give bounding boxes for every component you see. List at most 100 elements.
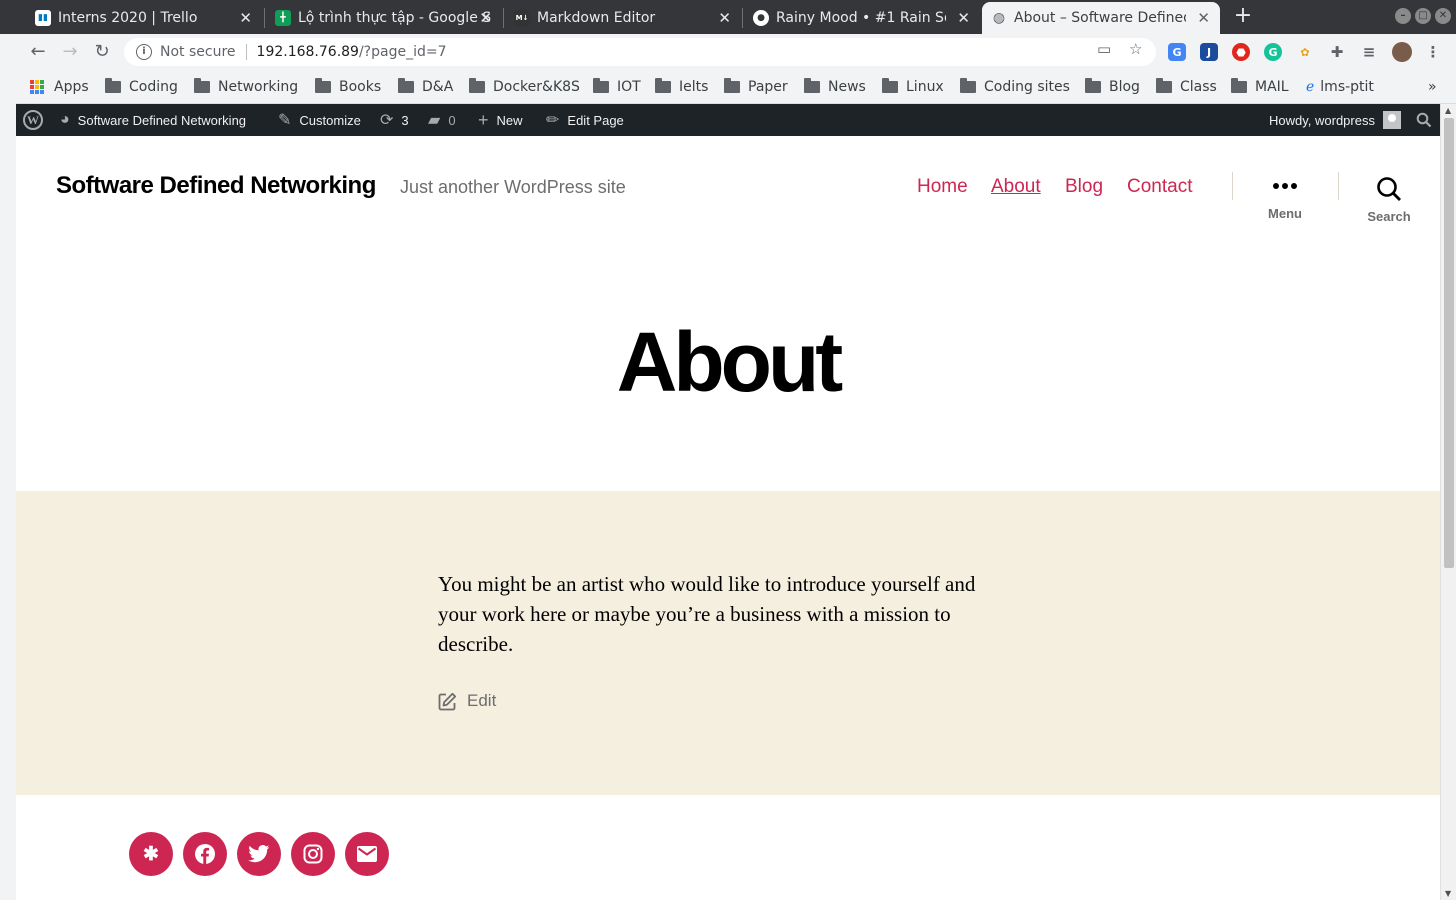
- close-tab-icon[interactable]: ✕: [718, 9, 731, 27]
- nav-contact[interactable]: Contact: [1127, 176, 1192, 198]
- admin-new[interactable]: + New: [478, 104, 523, 136]
- scroll-down-arrow-icon[interactable]: ▼: [1445, 889, 1451, 898]
- bookmark-folder[interactable]: Docker&K8S: [469, 77, 580, 97]
- address-divider: [245, 44, 247, 60]
- info-icon[interactable]: i: [136, 44, 152, 60]
- more-menu-icon[interactable]: ⋮: [1424, 43, 1442, 61]
- entry-paragraph: You might be an artist who would like to…: [438, 572, 976, 656]
- folder-icon: [1231, 78, 1247, 93]
- page-content: Software Defined Networking Just another…: [16, 136, 1440, 900]
- instagram-icon[interactable]: [291, 832, 335, 876]
- wordpress-logo-icon[interactable]: W: [23, 104, 43, 136]
- twitter-icon[interactable]: [237, 832, 281, 876]
- profile-avatar-icon[interactable]: [1392, 42, 1412, 62]
- scroll-up-arrow-icon[interactable]: ▲: [1445, 106, 1451, 115]
- close-tab-icon[interactable]: ✕: [479, 9, 492, 27]
- maximize-window-icon[interactable]: □: [1415, 8, 1431, 24]
- browser-toolbar: ← → ↻ i Not secure 192.168.76.89/?page_i…: [0, 34, 1456, 70]
- bookmark-lms-ptit[interactable]: ℯ lms-ptit: [1306, 77, 1374, 97]
- edge-logo-icon: ℯ: [1306, 79, 1315, 95]
- admin-comments[interactable]: ▰ 0: [428, 104, 456, 136]
- bookmark-folder[interactable]: Coding sites: [960, 77, 1070, 97]
- search-icon: [1416, 112, 1432, 128]
- page-scrollbar[interactable]: ▲ ▼: [1440, 104, 1456, 900]
- tab-rainy-mood[interactable]: ● Rainy Mood • #1 Rain Sounds ✕: [744, 2, 980, 34]
- folder-icon: [1085, 78, 1101, 93]
- adblock-icon[interactable]: ⬣: [1232, 43, 1250, 61]
- new-tab-button[interactable]: +: [1232, 4, 1254, 28]
- close-tab-icon[interactable]: ✕: [1197, 9, 1210, 27]
- tab-separator: [742, 8, 743, 28]
- folder-icon: [398, 78, 414, 93]
- admin-search-icon[interactable]: [1416, 104, 1432, 136]
- bookmark-folder[interactable]: D&A: [398, 77, 453, 97]
- install-app-icon[interactable]: ▭: [1097, 40, 1111, 58]
- bookmark-star-icon[interactable]: ☆: [1129, 40, 1142, 58]
- bookmark-folder[interactable]: MAIL: [1231, 77, 1289, 97]
- extensions-puzzle-icon[interactable]: ✚: [1328, 43, 1346, 61]
- address-bar[interactable]: i Not secure 192.168.76.89/?page_id=7: [124, 38, 1156, 66]
- markdown-icon: M↓: [514, 10, 530, 26]
- facebook-icon[interactable]: [183, 832, 227, 876]
- scrollbar-thumb[interactable]: [1444, 118, 1454, 568]
- admin-site-name[interactable]: ◕ Software Defined Networking: [60, 104, 246, 136]
- bookmark-folder[interactable]: News: [804, 77, 866, 97]
- bookmark-folder[interactable]: Linux: [882, 77, 944, 97]
- header-separator: [1232, 172, 1233, 200]
- search-toggle-button[interactable]: Search: [1349, 176, 1429, 224]
- minimize-window-icon[interactable]: –: [1395, 8, 1411, 24]
- content-section: You might be an artist who would like to…: [16, 491, 1440, 795]
- tab-separator: [503, 8, 504, 28]
- jira-extension-icon[interactable]: J: [1200, 43, 1218, 61]
- edit-post-link[interactable]: Edit: [438, 691, 496, 711]
- bookmark-folder[interactable]: Class: [1156, 77, 1217, 97]
- close-window-icon[interactable]: ✕: [1435, 8, 1451, 24]
- bookmark-folder[interactable]: Ielts: [655, 77, 708, 97]
- close-tab-icon[interactable]: ✕: [239, 9, 252, 27]
- pencil-icon: ✏: [546, 112, 560, 129]
- close-tab-icon[interactable]: ✕: [957, 9, 970, 27]
- tab-google-sheets[interactable]: ╋ Lộ trình thực tập - Google Sheets ✕: [266, 2, 502, 34]
- nav-about[interactable]: About: [991, 176, 1041, 198]
- forward-arrow-icon[interactable]: →: [58, 40, 82, 64]
- nav-home[interactable]: Home: [917, 176, 968, 198]
- media-queue-icon[interactable]: ≡: [1360, 43, 1378, 61]
- bookmark-folder[interactable]: Paper: [724, 77, 788, 97]
- bookmark-folder[interactable]: Books: [315, 77, 381, 97]
- yelp-icon[interactable]: ✱: [129, 832, 173, 876]
- tab-markdown-editor[interactable]: M↓ Markdown Editor ✕: [505, 2, 741, 34]
- nav-blog[interactable]: Blog: [1065, 176, 1103, 198]
- page-title: About: [616, 315, 844, 409]
- tab-about-active[interactable]: ◍ About – Software Defined Networking ✕: [982, 2, 1220, 34]
- bookmark-folder[interactable]: Networking: [194, 77, 298, 97]
- header-separator: [1338, 172, 1339, 200]
- menu-toggle-button[interactable]: Menu: [1245, 176, 1325, 221]
- folder-icon: [655, 78, 671, 93]
- email-icon[interactable]: [345, 832, 389, 876]
- google-translate-icon[interactable]: G: [1168, 43, 1186, 61]
- extension-colorful-icon[interactable]: ✿: [1296, 43, 1314, 61]
- bookmarks-bar: Apps Coding Networking Books D&A Docker&…: [0, 70, 1456, 104]
- admin-account[interactable]: Howdy, wordpress: [1269, 104, 1401, 136]
- reload-icon[interactable]: ↻: [90, 40, 114, 64]
- tab-separator: [264, 8, 265, 28]
- updates-icon: ⟳: [380, 112, 394, 129]
- bookmark-folder[interactable]: Coding: [105, 77, 178, 97]
- browser-tab-strip: ▮▮ Interns 2020 | Trello ✕ ╋ Lộ trình th…: [0, 0, 1456, 34]
- admin-customize[interactable]: ✎ Customize: [278, 104, 361, 136]
- bookmark-apps[interactable]: Apps: [30, 77, 89, 97]
- admin-edit-page[interactable]: ✏ Edit Page: [546, 104, 624, 136]
- bookmark-folder[interactable]: Blog: [1085, 77, 1140, 97]
- not-secure-label: Not secure: [160, 44, 236, 60]
- url-host: 192.168.76.89: [256, 44, 359, 60]
- apps-grid-icon: [30, 80, 44, 94]
- tab-trello[interactable]: ▮▮ Interns 2020 | Trello ✕: [26, 2, 262, 34]
- admin-updates[interactable]: ⟳ 3: [380, 104, 409, 136]
- folder-icon: [593, 78, 609, 93]
- site-title[interactable]: Software Defined Networking: [56, 172, 376, 200]
- back-arrow-icon[interactable]: ←: [26, 40, 50, 64]
- avatar: [1382, 111, 1401, 129]
- bookmark-folder[interactable]: IOT: [593, 77, 641, 97]
- grammarly-icon[interactable]: G: [1264, 43, 1282, 61]
- bookmarks-overflow-button[interactable]: »: [1428, 77, 1437, 97]
